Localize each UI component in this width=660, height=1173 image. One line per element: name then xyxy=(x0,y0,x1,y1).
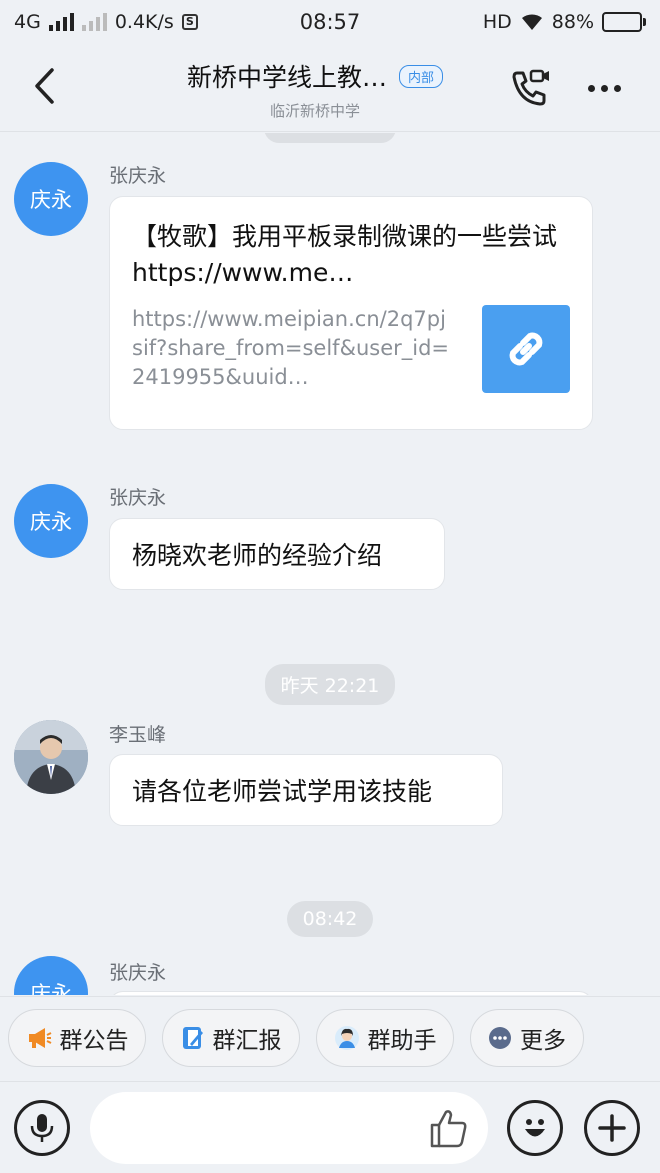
smiley-icon xyxy=(525,1119,545,1137)
more-actions-button[interactable]: 更多 xyxy=(470,1009,584,1067)
chevron-left-icon xyxy=(35,68,54,104)
sender-name: 李玉峰 xyxy=(109,724,167,746)
link-message-card[interactable]: 【牧歌】我用平板录制微课的一些尝试 https://www.me… https:… xyxy=(109,196,593,430)
megaphone-icon xyxy=(28,1028,51,1048)
quick-action-label: 更多 xyxy=(520,1028,566,1054)
network-type: 4G xyxy=(14,11,41,33)
thumbs-up-icon xyxy=(430,1110,467,1148)
link-icon xyxy=(509,332,543,366)
dot-icon xyxy=(587,84,595,92)
composer-bar xyxy=(0,1081,660,1173)
status-right: HD 88% xyxy=(483,11,646,33)
message-bubble[interactable]: 请各位老师尝试学用该技能 xyxy=(109,754,503,826)
dot-icon xyxy=(613,84,621,92)
hd-indicator: HD xyxy=(482,11,512,33)
sender-name: 张庆永 xyxy=(109,487,167,509)
avatar[interactable]: 庆永 xyxy=(14,484,88,558)
link-title: 【牧歌】我用平板录制微课的一些尝试 https://www.me… xyxy=(132,222,558,287)
group-announcement-button[interactable]: 群公告 xyxy=(8,1009,146,1067)
quick-action-label: 群汇报 xyxy=(212,1028,282,1054)
quick-action-label: 群助手 xyxy=(367,1028,437,1054)
link-thumbnail xyxy=(482,305,570,393)
chat-header: 新桥中学线上教… 内部 临沂新桥中学 xyxy=(0,44,660,132)
internal-badge: 内部 xyxy=(399,64,444,88)
phone-video-icon xyxy=(512,69,549,106)
avatar[interactable]: 庆永 xyxy=(14,162,88,236)
timestamp-label: 昨天 22:21 xyxy=(264,664,396,705)
microphone-icon xyxy=(30,1114,54,1142)
emoji-button[interactable] xyxy=(507,1100,563,1156)
chat-title: 新桥中学线上教… xyxy=(186,63,387,92)
signal-secondary-icon xyxy=(81,13,107,31)
link-url: https://www.meipian.cn/2q7pjsif?share_fr… xyxy=(132,307,450,389)
timestamp-label: 08:42 xyxy=(286,901,374,937)
quick-action-label: 群公告 xyxy=(59,1028,129,1054)
network-speed: 0.4K/s xyxy=(114,11,174,33)
more-options-button[interactable] xyxy=(580,66,628,110)
group-report-button[interactable]: 群汇报 xyxy=(162,1009,300,1067)
message-list[interactable]: 庆永 张庆永 【牧歌】我用平板录制微课的一些尝试 https://www.me…… xyxy=(0,133,660,995)
timestamp: 08:42 xyxy=(0,901,660,937)
sender-name: 张庆永 xyxy=(109,962,167,984)
voice-input-button[interactable] xyxy=(14,1100,70,1156)
video-call-button[interactable] xyxy=(506,66,554,110)
avatar-photo[interactable] xyxy=(14,720,88,794)
thumbs-up-button[interactable] xyxy=(424,1104,472,1152)
chat-subtitle: 临沂新桥中学 xyxy=(269,102,360,120)
wifi-icon xyxy=(521,14,542,30)
notification-s-icon: S xyxy=(181,14,198,30)
person-photo-icon xyxy=(14,720,88,794)
add-attachment-button[interactable] xyxy=(584,1100,640,1156)
battery-icon xyxy=(602,12,646,32)
timestamp: 昨天 22:21 xyxy=(0,664,660,705)
message-bubble[interactable]: 杨晓欢老师的经验介绍 xyxy=(109,518,445,590)
chat-title-block[interactable]: 新桥中学线上教… 内部 临沂新桥中学 xyxy=(150,58,480,121)
sender-name: 张庆永 xyxy=(109,165,167,187)
plus-icon xyxy=(598,1114,626,1142)
timestamp-partial xyxy=(0,133,660,147)
report-icon xyxy=(182,1027,203,1049)
avatar[interactable]: 庆永 xyxy=(14,956,88,995)
battery-percent: 88% xyxy=(551,11,594,33)
signal-icon xyxy=(48,13,74,31)
group-assistant-button[interactable]: 群助手 xyxy=(316,1009,454,1067)
dot-icon xyxy=(600,84,608,92)
message-bubble[interactable] xyxy=(109,991,593,995)
more-dots-icon xyxy=(489,1027,511,1049)
status-left: 4G 0.4K/s S xyxy=(14,11,198,33)
status-bar: 4G 0.4K/s S 08:57 HD 88% xyxy=(0,0,660,44)
assistant-icon xyxy=(334,1026,359,1050)
back-button[interactable] xyxy=(22,64,66,108)
quick-action-bar: 群公告 群汇报 群助手 更多 xyxy=(0,996,660,1080)
